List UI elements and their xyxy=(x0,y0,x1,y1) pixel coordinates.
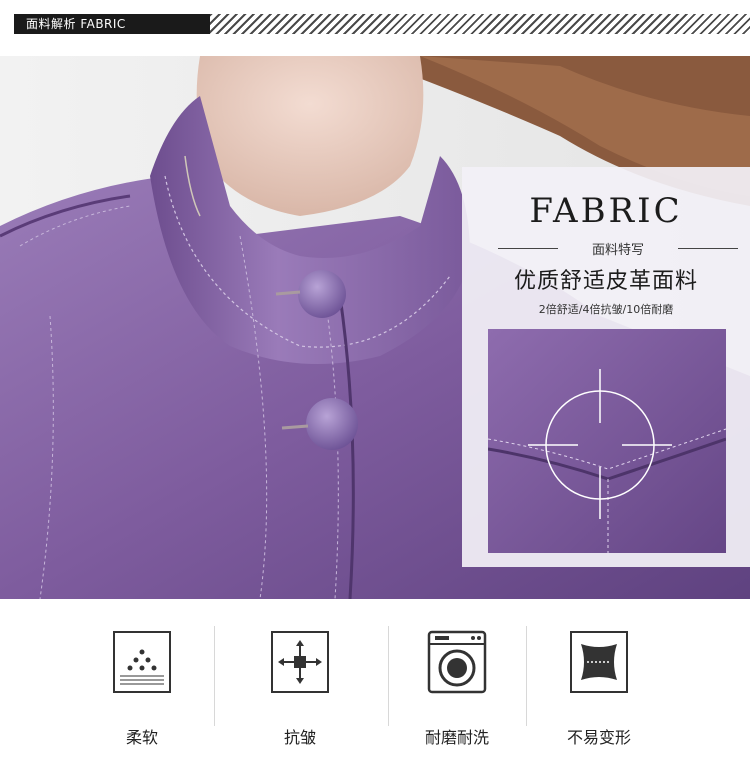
feature-label-shape-retention: 不易变形 xyxy=(566,728,631,747)
panel-headline: 优质舒适皮革面料 xyxy=(513,269,698,294)
subtitle-rule-right xyxy=(678,248,738,249)
divider xyxy=(214,626,215,726)
panel-subtitle-row: 面料特写 xyxy=(498,239,738,258)
fabric-closeup-image xyxy=(488,329,726,553)
divider xyxy=(526,626,527,726)
anti-wrinkle-icon xyxy=(270,630,330,694)
washing-machine-icon xyxy=(427,630,487,694)
feature-anti-wrinkle: 抗皱 xyxy=(240,630,360,760)
softness-icon xyxy=(112,630,172,694)
feature-softness: 柔软 xyxy=(82,630,202,760)
feature-label-softness: 柔软 xyxy=(125,728,158,747)
feature-label-anti-wrinkle: 抗皱 xyxy=(283,728,316,747)
feature-wash-resistant: 耐磨耐洗 xyxy=(397,630,517,760)
closeup-illustration xyxy=(488,329,726,553)
panel-title: FABRIC xyxy=(529,191,683,231)
section-header: 面料解析 FABRIC xyxy=(0,0,750,44)
feature-label-wash-resistant: 耐磨耐洗 xyxy=(424,728,489,747)
decorative-hatch xyxy=(210,14,750,34)
shape-retention-icon xyxy=(569,630,629,694)
divider xyxy=(388,626,389,726)
feature-icons-row: 柔软 抗皱 耐磨耐洗 不易变形 xyxy=(0,600,750,780)
panel-features: 2倍舒适/4倍抗皱/10倍耐磨 xyxy=(538,303,674,316)
fabric-info-panel: FABRIC 面料特写 优质舒适皮革面料 2倍舒适/4倍抗皱/10倍耐磨 xyxy=(462,167,750,567)
feature-shape-retention: 不易变形 xyxy=(539,630,659,760)
section-title: 面料解析 FABRIC xyxy=(14,14,210,34)
